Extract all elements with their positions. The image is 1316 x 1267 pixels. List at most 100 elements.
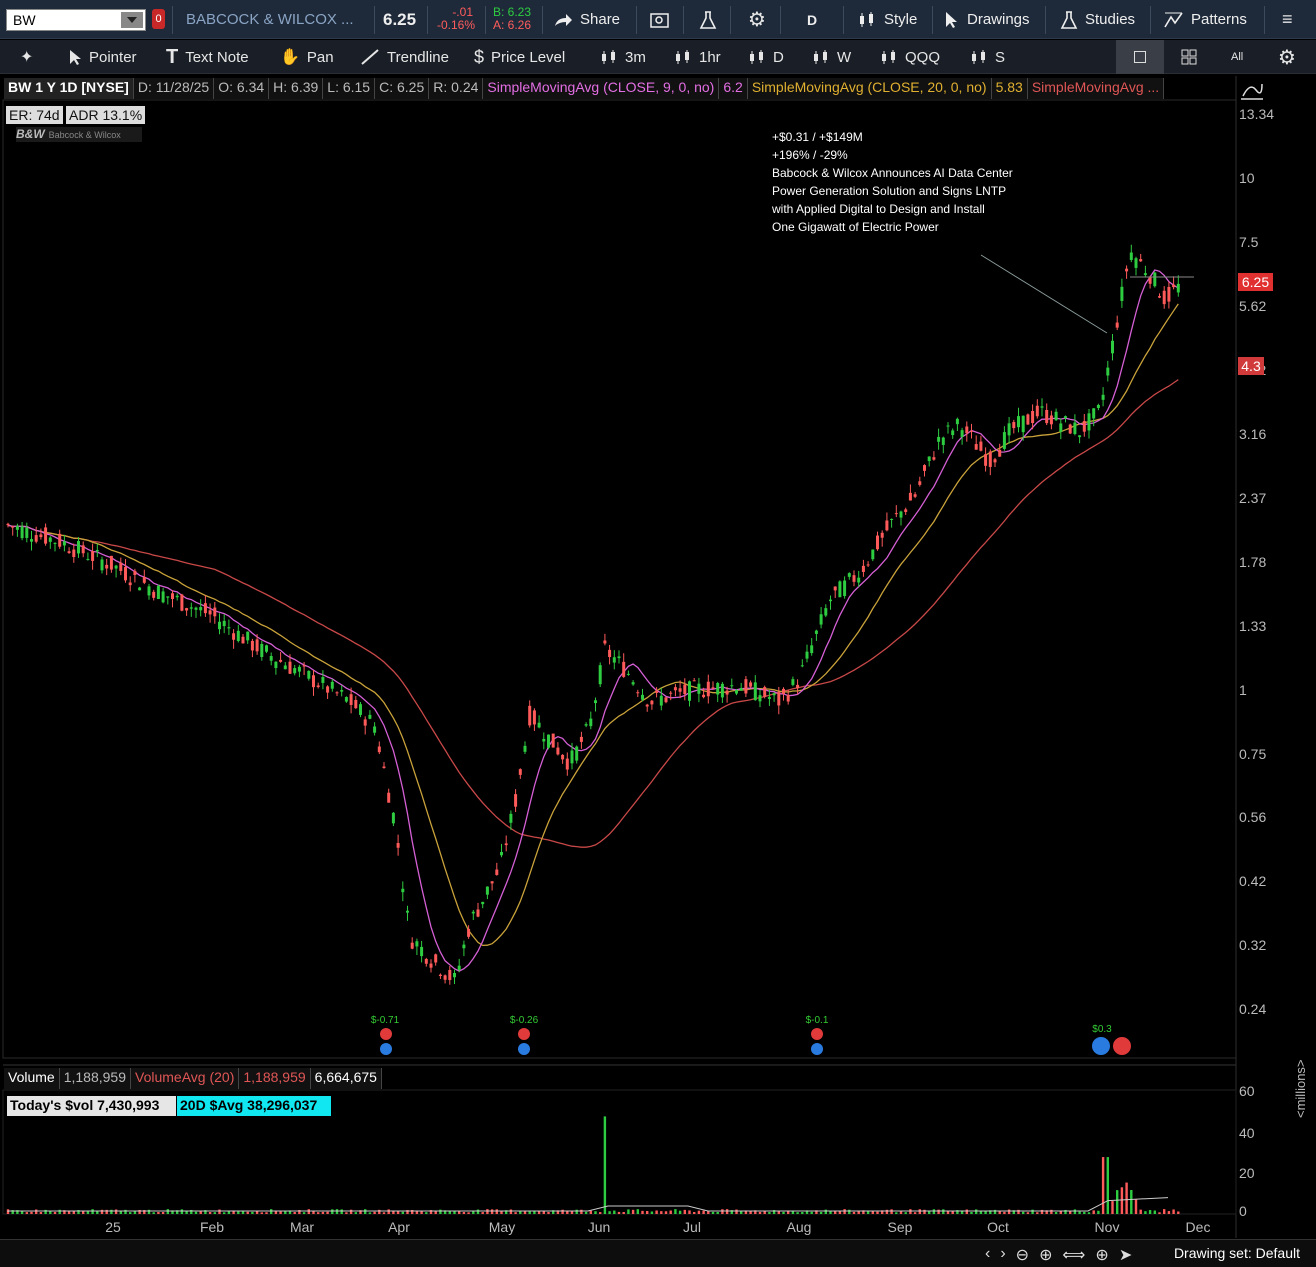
info-icon[interactable]	[380, 1043, 392, 1055]
candle-body	[335, 692, 339, 694]
candle-body	[312, 675, 315, 688]
candle-body	[711, 687, 715, 689]
phone-icon[interactable]	[380, 1028, 392, 1040]
logo-text: Babcock & Wilcox	[48, 130, 121, 140]
volume-bar	[725, 1209, 729, 1214]
bar-close: C: 6.25	[375, 78, 430, 99]
candle-body	[1054, 411, 1058, 421]
candle-body	[908, 492, 912, 501]
candle-body	[1158, 296, 1161, 298]
volume-tick-label: 0	[1239, 1203, 1247, 1219]
volume-bar	[1031, 1209, 1034, 1214]
candle-body	[970, 430, 973, 432]
crosshair-icon[interactable]: ⊕	[1095, 1245, 1108, 1265]
volume-bar	[758, 1211, 762, 1214]
candle-body	[222, 620, 226, 627]
volume-bar	[716, 1211, 719, 1214]
candle-body	[255, 639, 259, 652]
volume-bar	[1007, 1209, 1011, 1214]
earnings-label: $-0.71	[370, 1015, 400, 1026]
candle-body	[490, 881, 494, 884]
scroll-right-icon[interactable]: ›	[1000, 1245, 1005, 1265]
candle-body	[1068, 424, 1072, 434]
time-tick-label: Mar	[290, 1219, 314, 1235]
candle-body	[44, 527, 48, 544]
earnings-markers[interactable]	[380, 1028, 1131, 1055]
volume-bar	[270, 1209, 273, 1214]
candle-body	[265, 645, 268, 652]
time-tick-label: May	[489, 1219, 515, 1235]
annotation-line: One Gigawatt of Electric Power	[772, 220, 939, 234]
volume-bar	[674, 1209, 677, 1214]
volume-bar	[349, 1209, 353, 1214]
volume-bar	[1087, 1212, 1091, 1214]
info-icon[interactable]	[1092, 1037, 1110, 1055]
price-tick-label: 0.42	[1239, 873, 1266, 889]
candle-body	[829, 599, 832, 602]
volume-bar	[1097, 1210, 1100, 1214]
info-icon[interactable]	[811, 1043, 823, 1055]
cursor-icon[interactable]: ➤	[1119, 1245, 1132, 1265]
volume-bar	[819, 1211, 823, 1214]
candle-body	[72, 549, 76, 558]
volume-bar	[364, 1209, 367, 1214]
candle-body	[1096, 404, 1100, 409]
info-icon[interactable]	[518, 1043, 530, 1055]
volume-title[interactable]: Volume	[4, 1068, 60, 1089]
volume-avg-value: 1,188,959	[239, 1068, 311, 1089]
auto-scale-icon[interactable]	[1242, 83, 1263, 97]
volume-bar	[641, 1210, 644, 1214]
volume-bar	[462, 1212, 466, 1214]
drawing-set-selector[interactable]: Drawing set: Default	[1174, 1245, 1300, 1261]
candle-body	[608, 649, 612, 658]
volume-tick-label: 60	[1239, 1083, 1255, 1099]
volume-bar	[354, 1212, 357, 1214]
volume-bar	[265, 1212, 268, 1214]
news-annotation[interactable]: +$0.31 / +$149M +196% / -29% Babcock & W…	[772, 128, 1013, 236]
zoom-out-icon[interactable]: ⊖	[1016, 1245, 1029, 1265]
candle-body	[579, 736, 583, 742]
volume-bar	[161, 1211, 165, 1214]
volume-bar	[105, 1209, 108, 1214]
volume-bar	[30, 1211, 33, 1214]
candle-body	[1139, 259, 1143, 262]
price-tick-label: 1	[1239, 682, 1247, 698]
zoom-in-icon[interactable]: ⊕	[1039, 1245, 1052, 1265]
phone-icon[interactable]	[518, 1028, 530, 1040]
chart-title[interactable]: BW 1 Y 1D [NYSE]	[4, 78, 134, 99]
sma-9-label[interactable]: SimpleMovingAvg (CLOSE, 9, 0, no)	[483, 78, 720, 99]
candle-body	[152, 591, 156, 598]
volume-bar	[1120, 1187, 1124, 1214]
candle-body	[1035, 405, 1039, 417]
candle-body	[340, 690, 344, 692]
sma-20-label[interactable]: SimpleMovingAvg (CLOSE, 20, 0, no)	[747, 78, 992, 99]
candle-body	[923, 465, 926, 471]
volume-header: Volume 1,188,959 VolumeAvg (20) 1,188,95…	[4, 1068, 382, 1089]
pan-arrows-icon[interactable]: ⟺	[1062, 1245, 1085, 1265]
candle-body	[514, 794, 518, 807]
phone-icon[interactable]	[1113, 1037, 1131, 1055]
volume-bar	[608, 1211, 611, 1214]
candle-body	[1049, 415, 1053, 425]
volume-bar	[669, 1210, 672, 1214]
sma-50-label[interactable]: SimpleMovingAvg ...	[1027, 78, 1165, 99]
phone-icon[interactable]	[811, 1028, 823, 1040]
candle-body	[847, 573, 851, 577]
volume-bar	[199, 1211, 202, 1214]
candle-body	[246, 631, 250, 641]
candle-body	[175, 595, 179, 598]
volume-bars	[6, 1116, 1180, 1214]
candle-body	[485, 886, 489, 895]
candle-body	[1087, 413, 1091, 431]
volume-avg-label[interactable]: VolumeAvg (20)	[131, 1068, 240, 1089]
sma-9-line	[7, 269, 1179, 972]
candle-body	[1021, 415, 1025, 433]
sma-path	[7, 269, 1179, 972]
volume-bar	[810, 1211, 813, 1214]
volume-bar	[631, 1209, 635, 1214]
candle-body	[782, 688, 785, 694]
trading-window: BW 0 BABCOCK & WILCOX ... 6.25 -.01 -0.1…	[0, 0, 1316, 1267]
scroll-left-icon[interactable]: ‹	[985, 1245, 990, 1265]
candle-body	[1059, 423, 1063, 432]
candle-body	[86, 558, 90, 560]
